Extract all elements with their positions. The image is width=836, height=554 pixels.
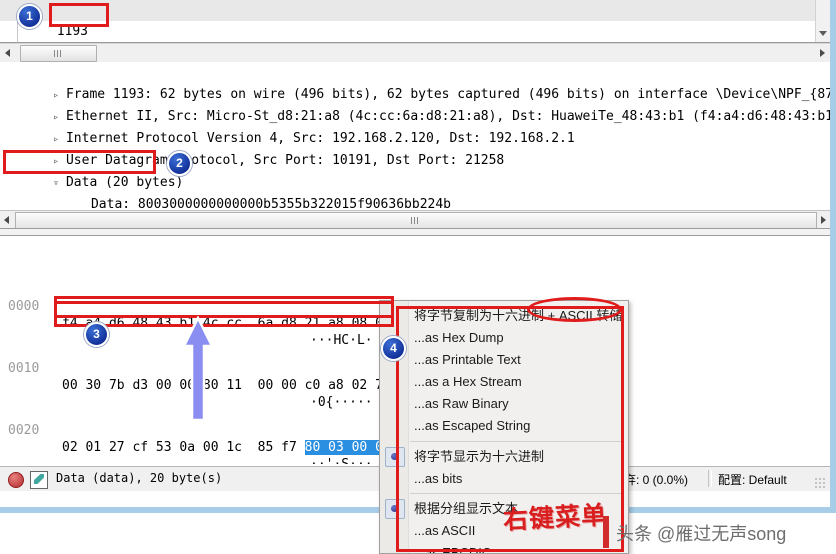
detail-row-data-bytes[interactable]: Data: 8003000000000000b5355b322015f90636… <box>0 172 830 210</box>
packet-list-row-1192[interactable]: 1192 7.141022 192.168.2.120 192.168.2.1 … <box>0 21 830 42</box>
scrollbar-grip-icon <box>411 217 421 224</box>
scrollbar-thumb[interactable] <box>15 212 817 229</box>
status-divider <box>708 470 712 487</box>
annotation-box-selected-bytes-bottom <box>54 301 394 327</box>
scroll-right-arrow-icon[interactable] <box>821 216 826 224</box>
packet-detail-pane[interactable]: ▹ Frame 1193: 62 bytes on wire (496 bits)… <box>0 62 830 210</box>
watermark-text: 头条 @雁过无声song <box>616 524 787 544</box>
window-frame-right <box>830 0 836 513</box>
status-packet-info: Data (data), 20 byte(s) <box>56 471 223 485</box>
scrollbar-thumb[interactable] <box>20 45 97 62</box>
scroll-left-arrow-icon[interactable] <box>5 49 10 57</box>
packet-list-row-1193[interactable]: 1193 7.151134 192.168.2.120 192.168.2.1 … <box>0 0 830 39</box>
detail-row-udp[interactable]: ▹ User Datagram Protocol, Src Port: 10191… <box>0 128 830 168</box>
scrollbar-grip-icon <box>53 50 64 57</box>
detail-row-frame[interactable]: ▹ Frame 1193: 62 bytes on wire (496 bits)… <box>0 62 830 102</box>
annotation-badge-3: 3 <box>84 322 109 347</box>
packet-list-vertical-scrollbar[interactable] <box>815 0 830 42</box>
hex-bytes-plain: 02 01 27 cf 53 0a 00 1c 85 f7 <box>62 440 305 455</box>
packet-list-horizontal-scrollbar[interactable] <box>0 43 830 63</box>
capture-stop-icon[interactable] <box>8 472 24 488</box>
watermark-bar <box>603 516 609 548</box>
capture-comment-icon[interactable] <box>30 471 48 489</box>
detail-row-data-length[interactable]: [Length: 20] <box>0 194 830 210</box>
annotation-up-arrow-icon <box>181 316 215 422</box>
hex-offset: 0000 <box>8 299 40 314</box>
annotation-badge-1: 1 <box>17 4 42 29</box>
scroll-right-arrow-icon[interactable] <box>820 49 825 57</box>
resize-grip-icon[interactable] <box>814 477 826 489</box>
detail-row-ethernet[interactable]: ▹ Ethernet II, Src: Micro-St_d8:21:a8 (4c… <box>0 84 830 124</box>
packet-list-pane[interactable]: 1193 7.151134 192.168.2.120 192.168.2.1 … <box>0 0 830 43</box>
detail-row-ipv4[interactable]: ▹ Internet Protocol Version 4, Src: 192.1… <box>0 106 830 146</box>
annotation-badge-2: 2 <box>167 151 192 176</box>
packet-detail-horizontal-scrollbar[interactable] <box>0 210 830 229</box>
annotation-stamp-text: 右键菜单 <box>502 500 608 535</box>
annotation-box-packet-no <box>49 3 109 27</box>
hex-offset: 0020 <box>8 423 40 438</box>
pane-splitter[interactable] <box>0 228 830 236</box>
status-profile[interactable]: 配置: Default <box>718 471 787 488</box>
hex-offset: 0010 <box>8 361 40 376</box>
annotation-box-data-node <box>3 150 156 174</box>
scroll-left-arrow-icon[interactable] <box>4 216 9 224</box>
annotation-badge-4: 4 <box>381 336 406 361</box>
wireshark-window: 1193 7.151134 192.168.2.120 192.168.2.1 … <box>0 0 836 554</box>
scroll-down-arrow-icon[interactable] <box>819 31 827 36</box>
